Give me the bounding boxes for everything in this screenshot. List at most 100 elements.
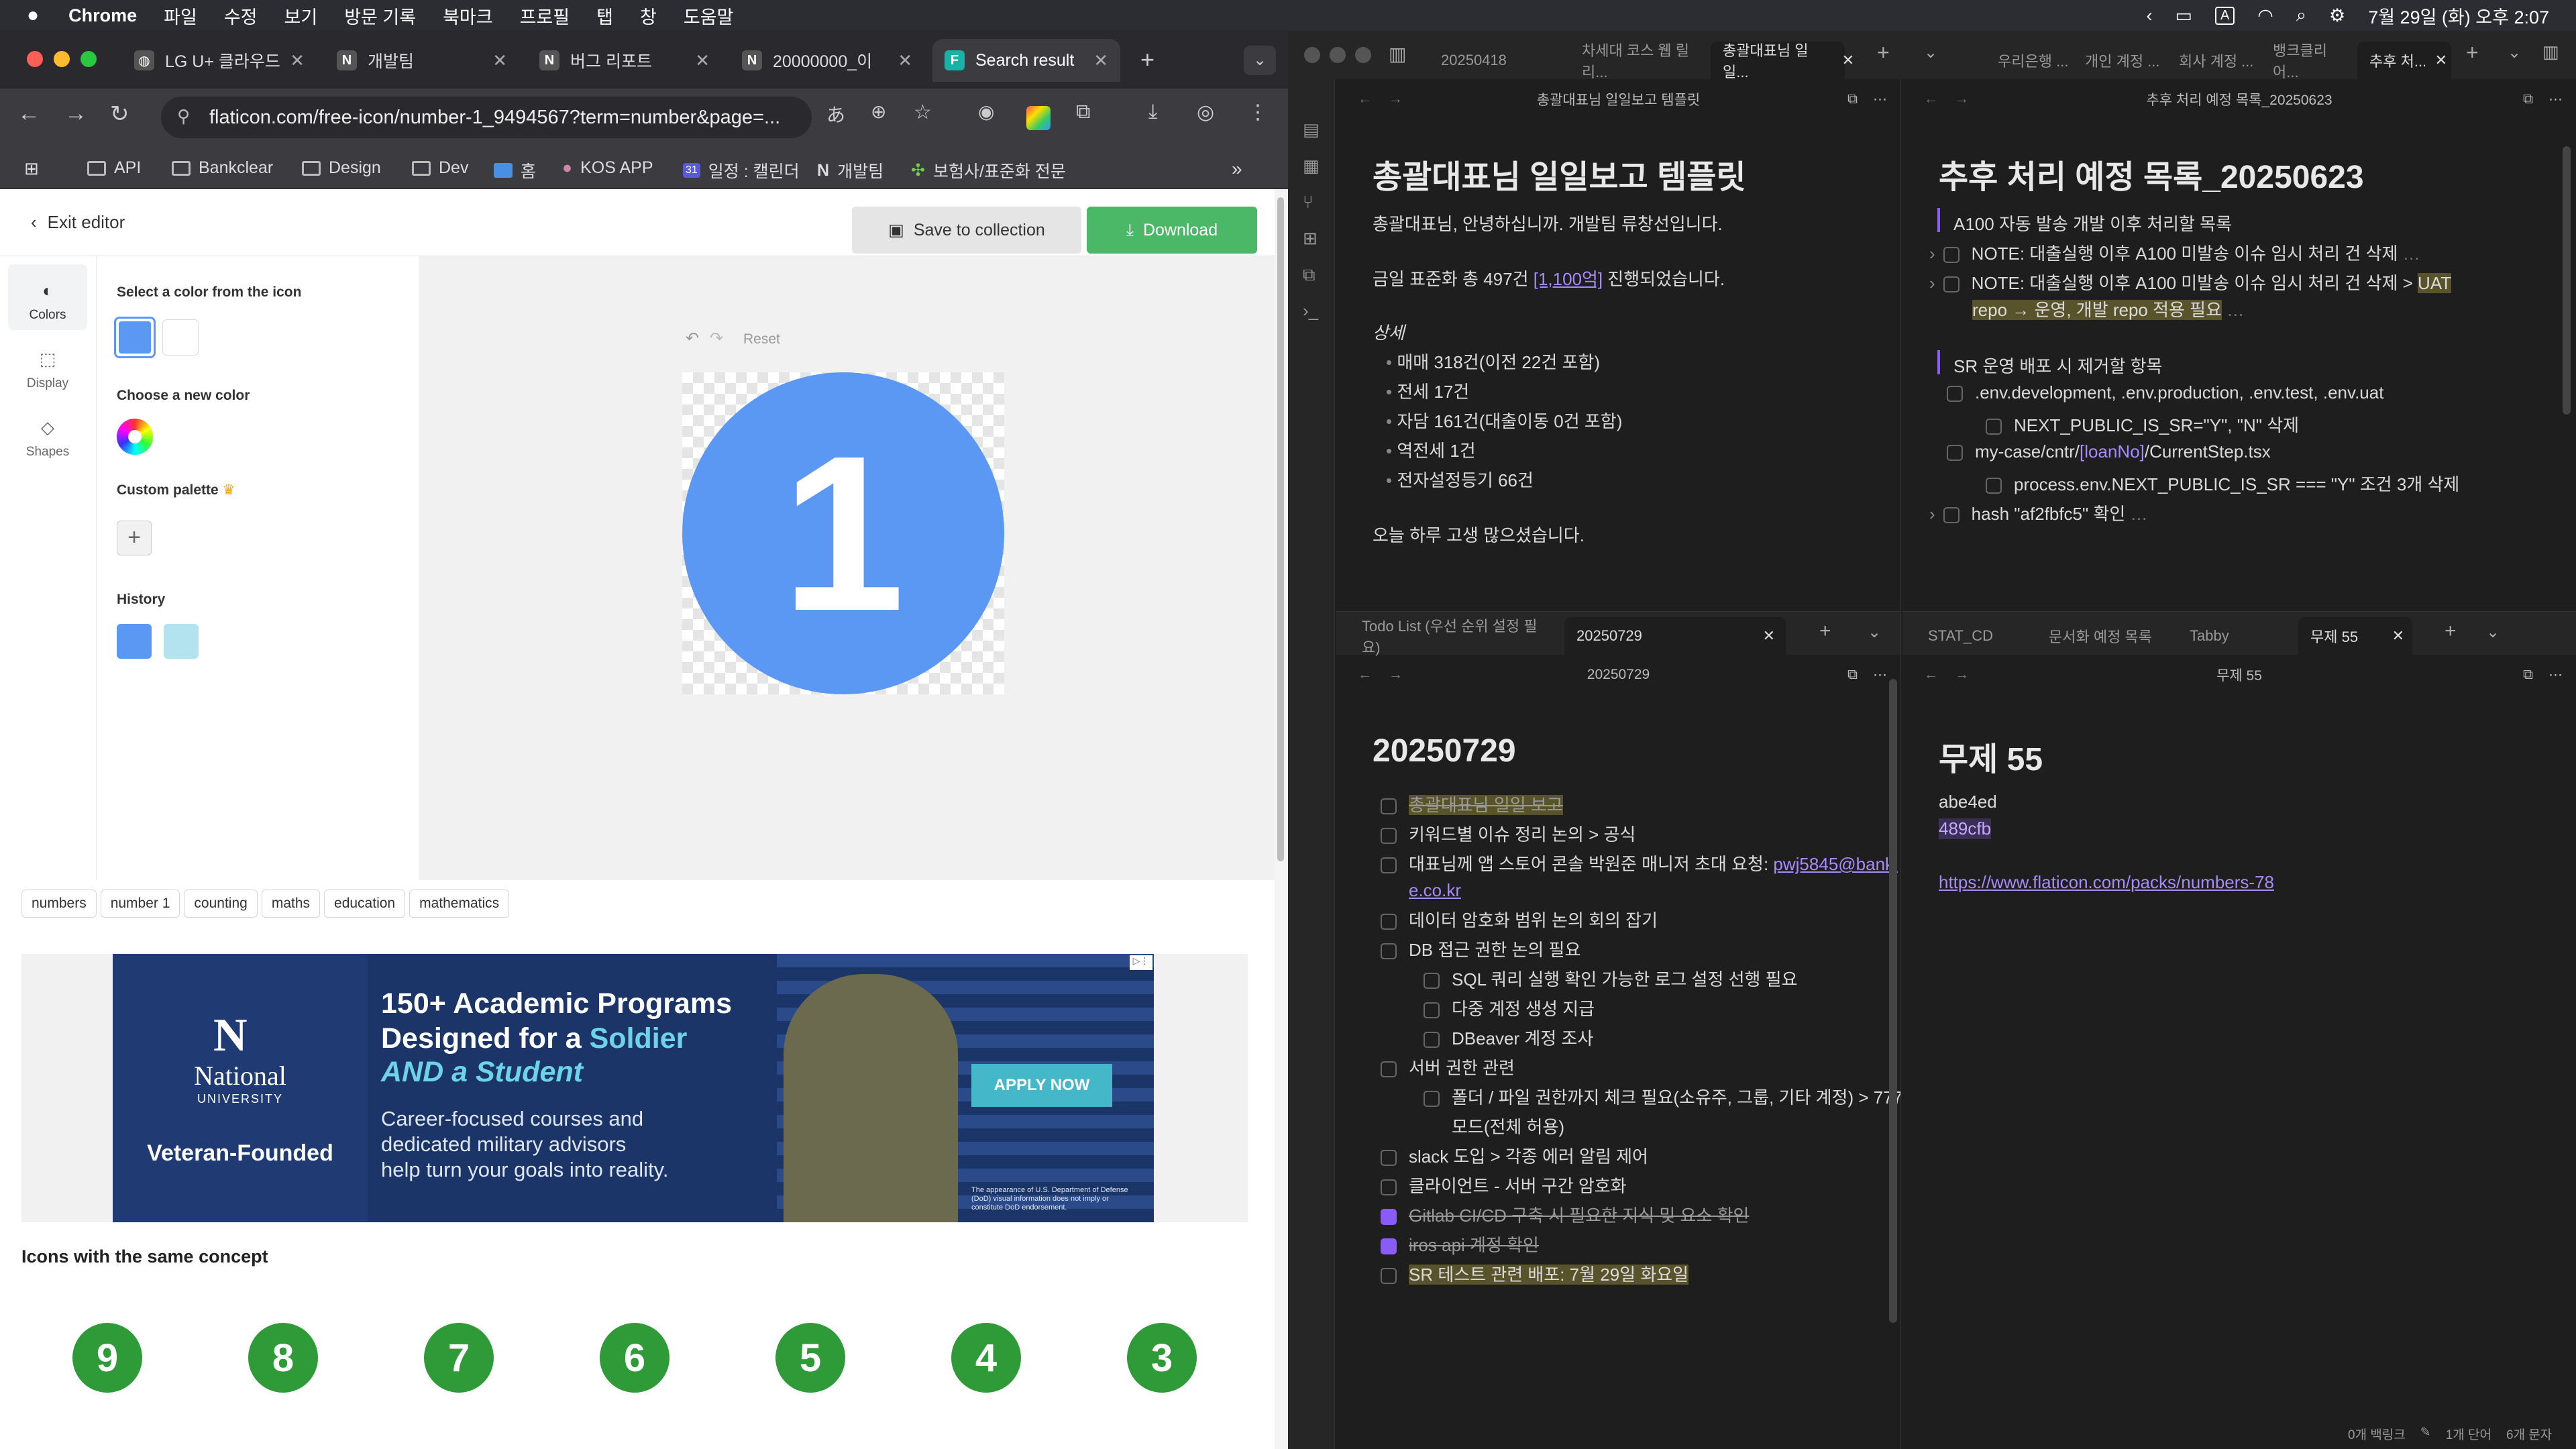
bookmark-insurance[interactable]: ✣ 보험사/표준화 전문 (911, 158, 1066, 182)
chevron-right-icon[interactable]: › (1929, 273, 1935, 293)
checkbox[interactable] (1381, 914, 1397, 930)
tag-mathematics[interactable]: mathematics (409, 890, 510, 918)
site-info-icon[interactable]: ⚲ (177, 106, 190, 127)
screenshot-icon[interactable]: ◉ (978, 101, 994, 123)
minimize-window-button[interactable] (1330, 47, 1346, 63)
scroll-thumb[interactable] (1277, 197, 1284, 861)
page-scrollbar[interactable] (1275, 189, 1288, 1449)
bookmark-calendar[interactable]: 31 일정 : 캘린더 (683, 158, 800, 182)
icon-preview[interactable]: 1 (682, 372, 1004, 694)
checkbox[interactable] (1381, 828, 1397, 845)
calendar-icon[interactable]: ▦ (1303, 156, 1320, 176)
zoom-window-button[interactable] (80, 51, 97, 67)
tag-numbers[interactable]: numbers (21, 890, 97, 918)
checkbox[interactable] (1943, 507, 1960, 524)
forward-icon[interactable]: → (1955, 667, 1969, 683)
related-number-7-icon[interactable]: 7 (424, 1323, 494, 1393)
history-swatch-lightblue[interactable] (164, 624, 199, 659)
related-number-4-icon[interactable]: 4 (951, 1323, 1021, 1393)
ad-banner[interactable]: N National UNIVERSITY Veteran-Founded 15… (113, 954, 1154, 1222)
tag-counting[interactable]: counting (184, 890, 258, 918)
menu-edit[interactable]: 수정 (224, 3, 258, 29)
download-button[interactable]: ⤓ Download (1087, 207, 1257, 254)
redo-icon[interactable]: ↷ (710, 329, 723, 348)
close-tab-icon[interactable]: ✕ (695, 50, 710, 71)
menubar-datetime[interactable]: 7월 29일 (화) 오후 2:07 (2368, 3, 2549, 29)
new-tab-button[interactable]: + (1140, 46, 1155, 74)
edit-icon[interactable]: ✎ (2420, 1425, 2431, 1443)
obs-tab-20250418[interactable]: 20250418 (1429, 42, 1563, 79)
color-picker-extension-icon[interactable] (1026, 106, 1051, 130)
download-icon[interactable]: ⤓ (1148, 101, 1157, 123)
forward-icon[interactable]: → (64, 101, 87, 127)
forward-icon[interactable]: → (1389, 667, 1403, 683)
profile-icon[interactable]: ◎ (1197, 101, 1214, 124)
close-tab-icon[interactable]: ✕ (1093, 50, 1108, 71)
bookmark-star-icon[interactable]: ☆ (914, 101, 932, 124)
checkbox[interactable] (1424, 1002, 1440, 1019)
color-wheel-icon[interactable] (117, 419, 153, 455)
more-icon[interactable]: ⋮ (1248, 101, 1268, 124)
menu-bookmarks[interactable]: 북마크 (443, 3, 493, 29)
related-number-3-icon[interactable]: 3 (1127, 1323, 1197, 1393)
reading-view-icon[interactable]: ⧉ (1847, 91, 1858, 107)
address-bar[interactable]: ⚲ flaticon.com/free-icon/number-1_949456… (161, 97, 812, 138)
chevron-right-icon[interactable]: › (1929, 504, 1935, 524)
checkbox[interactable] (1381, 1209, 1397, 1226)
tag-number-1[interactable]: number 1 (100, 890, 180, 918)
canvas-icon[interactable]: ⊞ (1303, 228, 1318, 249)
menu-app-name[interactable]: Chrome (68, 5, 137, 26)
checkbox[interactable] (1947, 386, 1963, 402)
icon-color-swatch-white[interactable] (162, 319, 199, 356)
checkbox[interactable] (1424, 973, 1440, 989)
close-tab-icon[interactable]: ✕ (1842, 52, 1854, 69)
new-tab-button[interactable]: + (1877, 40, 1890, 65)
close-tab-icon[interactable]: ✕ (290, 50, 305, 71)
search-icon[interactable]: ⌕ (2296, 5, 2306, 26)
obs-tab-todo-list[interactable]: Todo List (우선 순위 설정 필요) (1350, 617, 1558, 656)
back-icon[interactable]: ← (1358, 91, 1372, 107)
checkbox[interactable] (1947, 445, 1963, 462)
ad-apply-button[interactable]: APPLY NOW (971, 1064, 1112, 1107)
related-number-8-icon[interactable]: 8 (248, 1323, 318, 1393)
tag-maths[interactable]: maths (261, 890, 321, 918)
nav-colors[interactable]: ◐ Colors (8, 264, 87, 330)
obs-tab-personal[interactable]: 개인 계정 ... (2073, 42, 2174, 79)
apple-icon[interactable]: ● (27, 4, 39, 27)
reading-view-icon[interactable]: ⧉ (2523, 91, 2533, 107)
obs-tab-next-gen[interactable]: 차세대 코스 웹 릴리... (1570, 42, 1704, 80)
tag-education[interactable]: education (324, 890, 406, 918)
email-link[interactable]: pwj5845@bankl (1773, 854, 1897, 874)
tab-list-chevron-icon[interactable]: ⌄ (1868, 623, 1881, 642)
obs-tab-tabby[interactable]: Tabby (2178, 617, 2285, 655)
chrome-tab-2000[interactable]: N 20000000_이 ✕ (730, 39, 924, 82)
checkbox[interactable] (1943, 247, 1960, 264)
sidebar-toggle-icon[interactable]: ▥ (1389, 43, 1406, 65)
related-number-6-icon[interactable]: 6 (600, 1323, 669, 1393)
forward-icon[interactable]: → (1389, 91, 1403, 107)
new-tab-button[interactable]: + (2445, 620, 2457, 643)
undo-icon[interactable]: ↶ (686, 329, 699, 348)
amount-link[interactable]: [1,100억] (1534, 269, 1603, 289)
checkbox[interactable] (1381, 1268, 1397, 1285)
bookmark-devteam[interactable]: N 개발팀 (817, 158, 883, 182)
forward-icon[interactable]: → (1955, 91, 1969, 107)
bookmark-home[interactable]: 홈 (494, 158, 536, 182)
graph-icon[interactable]: ⑂ (1303, 192, 1313, 213)
close-tab-icon[interactable]: ✕ (492, 50, 507, 71)
tab-search-button[interactable]: ⌄ (1244, 46, 1276, 75)
checkbox[interactable] (1381, 1150, 1397, 1167)
back-icon[interactable]: ← (1924, 91, 1938, 107)
obs-tab-stat-cd[interactable]: STAT_CD (1916, 617, 2030, 655)
reset-button[interactable]: Reset (743, 331, 780, 347)
email-link[interactable]: e.co.kr (1409, 880, 1461, 900)
link[interactable]: [loanNo] (2080, 441, 2145, 462)
zoom-window-button[interactable] (1355, 47, 1371, 63)
more-options-icon[interactable]: ⋯ (2548, 91, 2563, 108)
checkbox[interactable] (1381, 1238, 1397, 1255)
back-icon[interactable]: ← (17, 101, 40, 127)
email-link-cont[interactable]: e.co.kr (1409, 880, 1461, 901)
menu-view[interactable]: 보기 (284, 3, 318, 29)
minimize-window-button[interactable] (54, 51, 70, 67)
chevron-left-icon[interactable]: ‹ (2146, 5, 2152, 26)
